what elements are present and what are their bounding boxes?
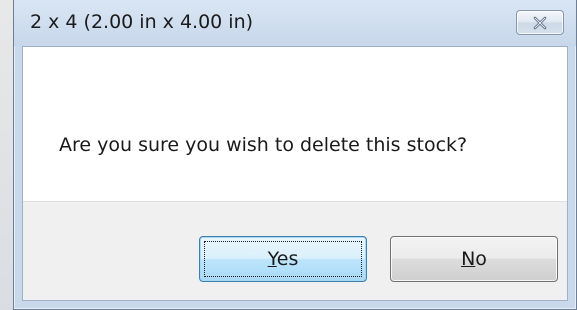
close-icon — [533, 16, 547, 29]
yes-button-label: Yes — [268, 248, 299, 270]
dialog-client-area: Are you sure you wish to delete this sto… — [22, 46, 568, 301]
dialog-button-bar: Yes No — [23, 201, 567, 300]
yes-button[interactable]: Yes — [199, 236, 367, 282]
no-label-rest: o — [475, 248, 487, 270]
close-button[interactable] — [516, 10, 564, 35]
dialog-title: 2 x 4 (2.00 in x 4.00 in) — [30, 11, 254, 33]
dialog-titlebar[interactable]: 2 x 4 (2.00 in x 4.00 in) — [14, 0, 576, 46]
no-button-label: No — [461, 248, 487, 270]
no-mnemonic: N — [461, 248, 476, 270]
dialog-message: Are you sure you wish to delete this sto… — [59, 134, 468, 156]
yes-mnemonic: Y — [267, 248, 277, 270]
yes-label-rest: es — [276, 248, 299, 270]
message-dialog: 2 x 4 (2.00 in x 4.00 in) Are you sure y… — [13, 0, 577, 310]
no-button[interactable]: No — [390, 236, 558, 282]
